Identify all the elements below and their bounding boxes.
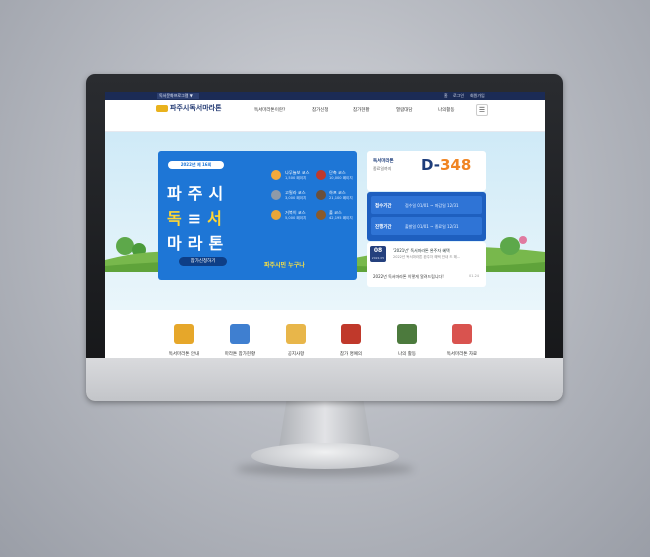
nav-item-myactivity[interactable]: 나의활동	[438, 107, 455, 113]
banner-year-badge: 2022년 제 16회	[168, 161, 224, 169]
apply-button[interactable]: 참가신청하기	[179, 257, 227, 266]
banner-title-line1: 파주시	[167, 184, 230, 203]
notice-date-yearmonth: 2022.05	[371, 256, 385, 260]
half-course-icon	[316, 190, 326, 200]
quick-menu-label[interactable]: 마라톤 참가현황	[215, 351, 265, 357]
nav-item-about[interactable]: 독서마라톤이란?	[254, 107, 285, 113]
dday-number: 348	[439, 156, 472, 174]
dday-prefix: D-	[421, 156, 440, 174]
notice-item-summary: 2022년 독서마라톤 완주자 혜택 안내 드 해...	[393, 255, 461, 259]
banner-title-line3: 마라톤	[167, 234, 230, 253]
notice-item-title[interactable]: '2021년' 독서마라톤 완주자 혜택	[393, 248, 450, 254]
noticeboard-icon[interactable]	[286, 324, 306, 344]
period-value: 접수일 01/01 ~ 마감일 12/31	[405, 203, 459, 208]
quick-menu-label[interactable]: 독서마라톤 안내	[159, 351, 209, 357]
quick-menu-label[interactable]: 독서마라톤 자료	[437, 351, 487, 357]
full-course-icon	[316, 210, 326, 220]
books-icon[interactable]	[397, 324, 417, 344]
course-pages: 42,195 페이지	[329, 216, 353, 220]
book-icon: ≡	[187, 209, 208, 228]
home-link[interactable]: 홈	[444, 93, 448, 99]
notice-date-day: 08	[373, 247, 383, 254]
signup-link[interactable]: 회원가입	[470, 93, 485, 99]
turtle-course-icon	[271, 210, 281, 220]
notice-item-title[interactable]: 2022년 독서마라톤 이렇게 알려드립니다!	[373, 274, 444, 280]
gorilla-course-icon	[271, 190, 281, 200]
banner-title-dok: 독	[167, 209, 188, 228]
site-logo-text[interactable]: 파주시독서마라톤	[170, 103, 222, 113]
dday-subtitle: 종료일까지	[373, 166, 392, 171]
monitor-chin	[86, 358, 563, 401]
banner-slogan: 파주시민 누구나	[264, 262, 305, 269]
quick-menu-label[interactable]: 공지사항	[271, 351, 321, 357]
banner-title-seo: 서	[207, 209, 228, 228]
nav-item-apply[interactable]: 참가신청	[312, 107, 329, 113]
calculator-icon[interactable]	[230, 324, 250, 344]
dday-title: 독서마라톤	[373, 159, 394, 164]
quick-menu-label[interactable]: 나의 활동	[382, 351, 432, 357]
medal-icon[interactable]	[174, 324, 194, 344]
course-pages: 3,000 페이지	[285, 196, 307, 200]
notice-item-date: 01.24	[469, 274, 480, 278]
sloth-course-icon	[271, 170, 281, 180]
period-label: 진행기간	[375, 225, 392, 230]
owl-icon[interactable]	[341, 324, 361, 344]
course-pages: 5,000 페이지	[285, 216, 307, 220]
short-course-icon	[316, 170, 326, 180]
course-pages: 21,100 페이지	[329, 196, 353, 200]
monitor-screen: 독서문화프로그램 ▼ 홈 로그인 회원가입 파주시독서마라톤 독서마라톤이란? …	[105, 92, 545, 358]
menu-icon[interactable]: ☰	[476, 104, 488, 116]
logo-icon[interactable]	[156, 105, 168, 112]
quick-menu-label[interactable]: 참가 명예의	[326, 351, 376, 357]
top-utility-bar: 독서문화프로그램 ▼ 홈 로그인 회원가입	[105, 92, 545, 100]
period-label: 접수기간	[375, 204, 392, 209]
pencils-icon[interactable]	[452, 324, 472, 344]
login-link[interactable]: 로그인	[453, 93, 464, 99]
family-site-select[interactable]: 독서문화프로그램 ▼	[157, 93, 199, 99]
dday-counter: D-348	[421, 156, 471, 174]
monitor-stand-neck	[279, 401, 371, 447]
course-pages: 10,000 페이지	[329, 176, 353, 180]
monitor-stand-base	[251, 443, 399, 469]
banner-title-line2: 독≡서	[167, 205, 228, 229]
nav-item-status[interactable]: 참가현황	[353, 107, 370, 113]
nav-item-qna[interactable]: 열람대담	[396, 107, 413, 113]
period-value: 출발일 01/01 ~ 종료일 12/31	[405, 224, 459, 229]
course-pages: 1,500 페이지	[285, 176, 307, 180]
